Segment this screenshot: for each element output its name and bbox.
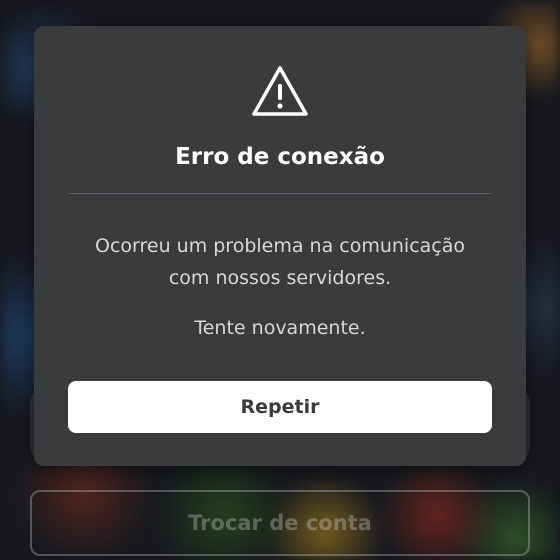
error-message-line-1: Ocorreu um problema na comunicação (94, 235, 466, 257)
warning-triangle-icon (252, 66, 308, 116)
retry-button[interactable]: Repetir (68, 381, 492, 433)
divider (68, 193, 492, 194)
connection-error-dialog: Erro de conexão Ocorreu um problema na c… (34, 26, 526, 466)
dialog-title: Erro de conexão (175, 144, 385, 170)
switch-account-button: Trocar de conta (30, 490, 530, 556)
error-message-line-2: com nossos servidores. (168, 267, 392, 289)
error-message: Ocorreu um problema na comunicação com n… (54, 230, 506, 294)
retry-hint: Tente novamente. (194, 317, 366, 339)
